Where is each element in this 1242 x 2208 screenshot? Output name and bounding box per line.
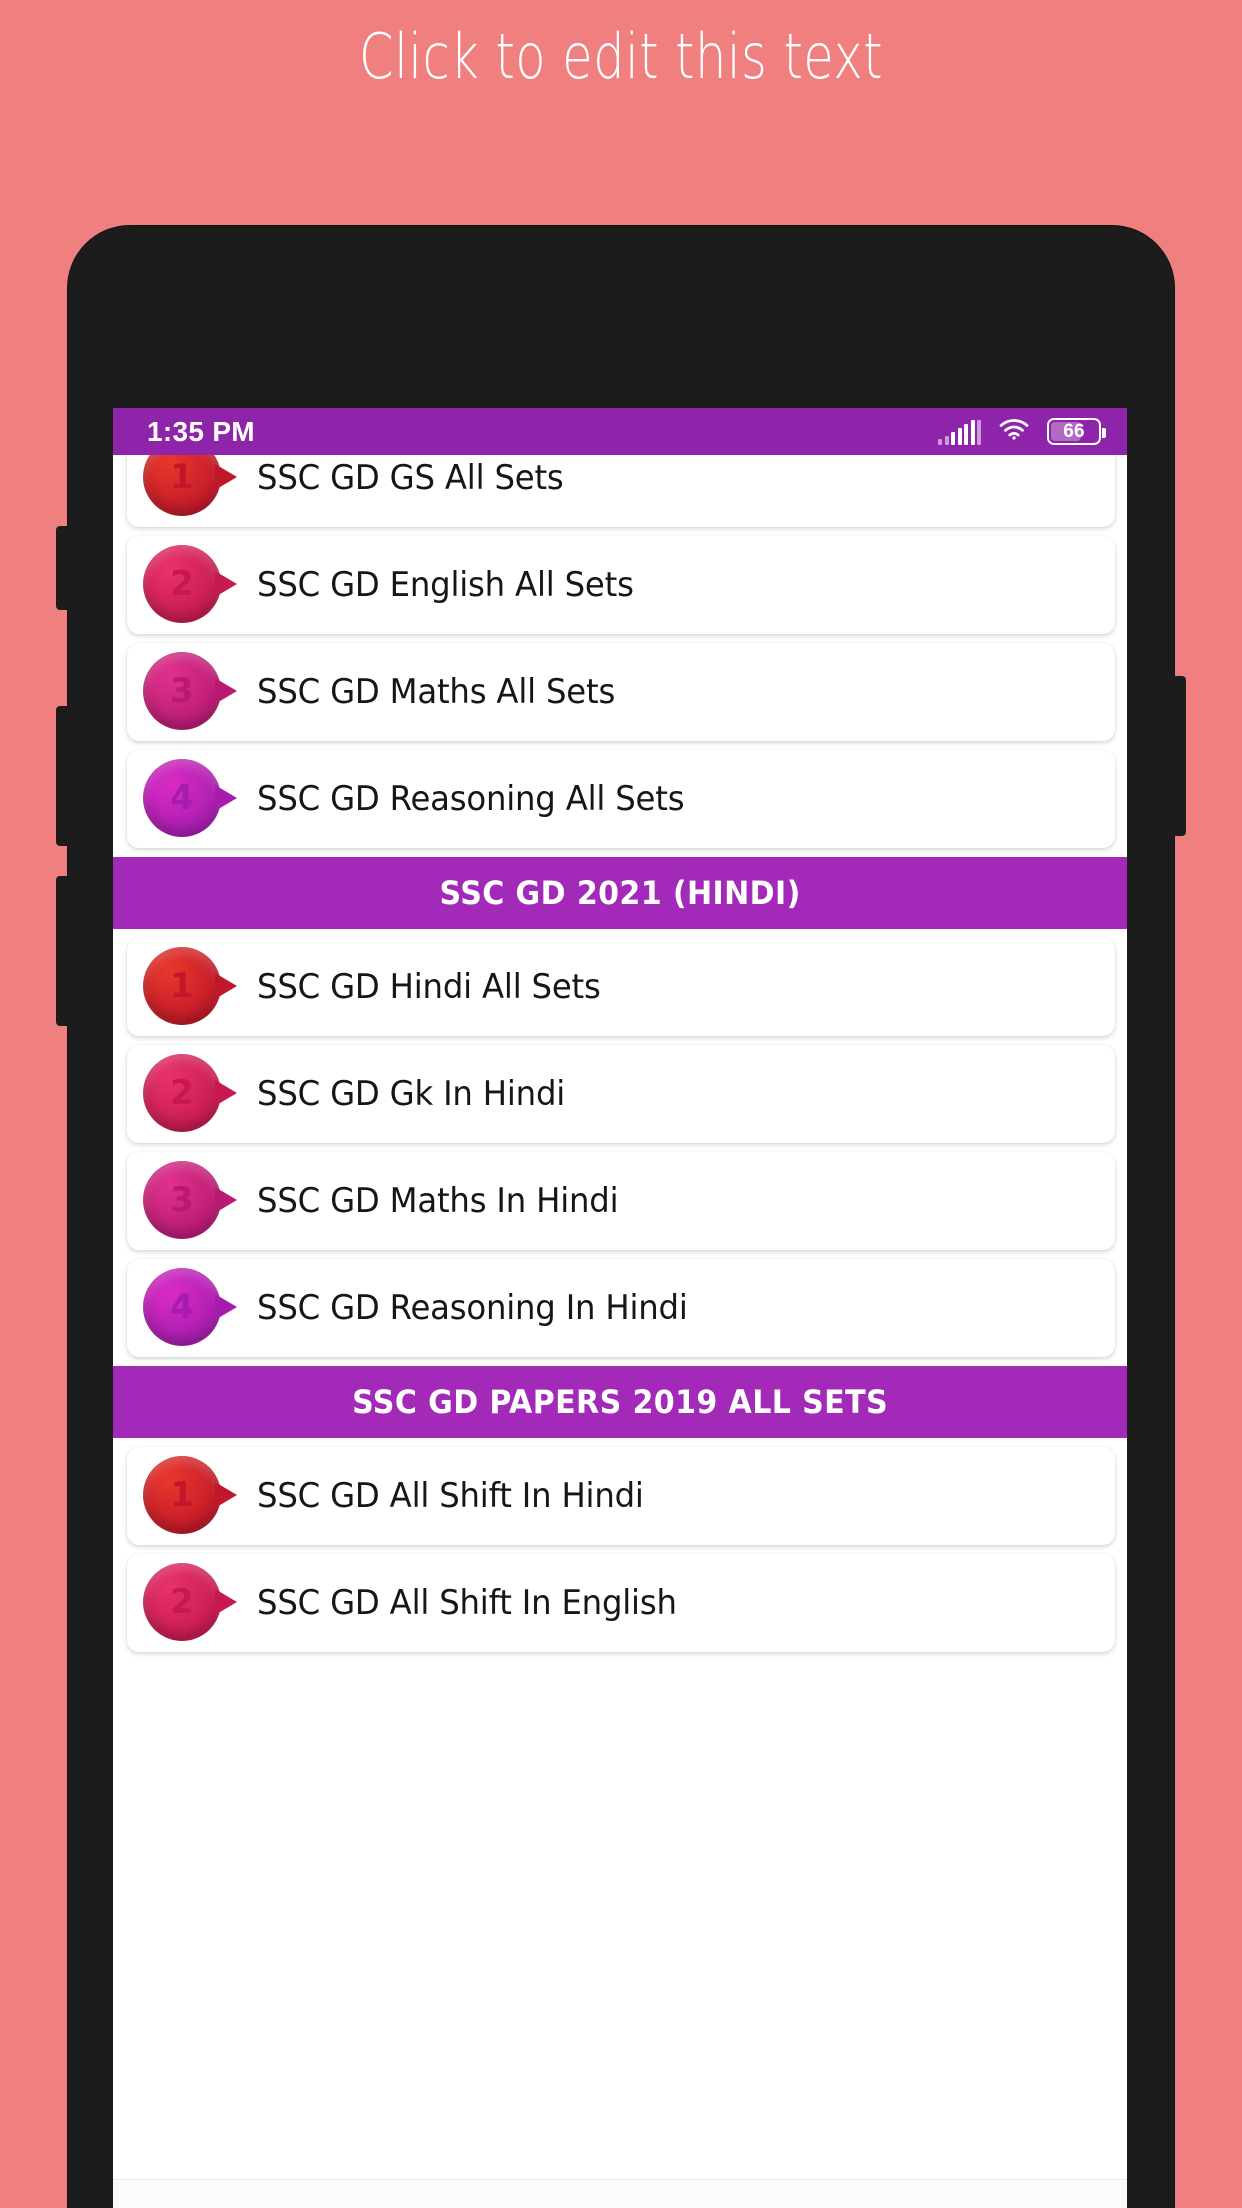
badge-number-circle: 3	[143, 652, 237, 730]
badge-pointer-icon	[215, 678, 237, 704]
badge-number: 4	[170, 778, 194, 818]
list-item[interactable]: 2 SSC GD English All Sets	[127, 536, 1115, 634]
phone-device-frame: 1:35 PM 66 1 SSC GD GS All Sets 2 SSC GD…	[56, 226, 1186, 2208]
badge-number-circle: 2	[143, 545, 237, 623]
battery-level: 66	[1063, 420, 1085, 442]
list-item-label: SSC GD GS All Sets	[257, 458, 564, 498]
badge-pointer-icon	[215, 1482, 237, 1508]
list-item-label: SSC GD All Shift In Hindi	[257, 1476, 644, 1516]
badge-number: 1	[170, 1475, 194, 1515]
list-item[interactable]: 3 SSC GD Maths All Sets	[127, 643, 1115, 741]
list-item-label: SSC GD Reasoning In Hindi	[257, 1288, 688, 1328]
list-item-label: SSC GD Reasoning All Sets	[257, 779, 685, 819]
section-header-label: SSC GD 2021 (HINDI)	[439, 874, 801, 912]
list-item[interactable]: 3 SSC GD Maths In Hindi	[127, 1152, 1115, 1250]
badge-number: 2	[170, 1582, 194, 1622]
badge-pointer-icon	[215, 1187, 237, 1213]
badge-number-circle: 4	[143, 1268, 237, 1346]
battery-icon: 66	[1047, 418, 1106, 445]
list-item-badge: 1	[143, 455, 237, 521]
badge-number-circle: 1	[143, 455, 237, 516]
list-item-badge: 3	[143, 649, 237, 735]
badge-number-circle: 3	[143, 1161, 237, 1239]
badge-number: 4	[170, 1287, 194, 1327]
volume-up-button[interactable]	[56, 526, 70, 610]
badge-pointer-icon	[215, 973, 237, 999]
badge-pointer-icon	[215, 1294, 237, 1320]
list-item[interactable]: 1 SSC GD Hindi All Sets	[127, 938, 1115, 1036]
list-item-label: SSC GD English All Sets	[257, 565, 634, 605]
badge-pointer-icon	[215, 571, 237, 597]
badge-pointer-icon	[215, 785, 237, 811]
status-bar-clock: 1:35 PM	[147, 415, 255, 447]
assistant-button[interactable]	[56, 876, 70, 1026]
badge-pointer-icon	[215, 1589, 237, 1615]
list-item-label: SSC GD All Shift In English	[257, 1583, 677, 1623]
badge-number: 3	[170, 1180, 194, 1220]
badge-number: 1	[170, 457, 194, 497]
phone-screen: 1:35 PM 66 1 SSC GD GS All Sets 2 SSC GD…	[113, 408, 1127, 2208]
badge-pointer-icon	[215, 464, 237, 490]
badge-number-circle: 4	[143, 759, 237, 837]
badge-number: 2	[170, 1073, 194, 1113]
volume-down-button[interactable]	[56, 706, 70, 846]
status-bar: 1:35 PM 66	[113, 408, 1127, 455]
list-item-badge: 4	[143, 1265, 237, 1351]
list-item-badge: 3	[143, 1158, 237, 1244]
badge-number-circle: 1	[143, 1456, 237, 1534]
badge-number: 3	[170, 671, 194, 711]
section-header-label: SSC GD PAPERS 2019 ALL SETS	[352, 1383, 888, 1421]
list-item-badge: 4	[143, 756, 237, 842]
list-item-label: SSC GD Maths All Sets	[257, 672, 616, 712]
power-button[interactable]	[1172, 676, 1186, 836]
status-bar-icons: 66	[938, 417, 1106, 446]
page-title[interactable]: Click to edit this text	[124, 18, 1118, 96]
badge-number-circle: 1	[143, 947, 237, 1025]
list-item[interactable]: 2 SSC GD All Shift In English	[127, 1554, 1115, 1652]
badge-number: 2	[170, 564, 194, 604]
list-item[interactable]: 1 SSC GD All Shift In Hindi	[127, 1447, 1115, 1545]
android-navigation-bar	[113, 2179, 1127, 2208]
section-header: SSC GD 2021 (HINDI)	[113, 857, 1127, 929]
list-item[interactable]: 4 SSC GD Reasoning In Hindi	[127, 1259, 1115, 1357]
list-item[interactable]: 2 SSC GD Gk In Hindi	[127, 1045, 1115, 1143]
list-item[interactable]: 4 SSC GD Reasoning All Sets	[127, 750, 1115, 848]
list-item-label: SSC GD Gk In Hindi	[257, 1074, 566, 1114]
list-item-label: SSC GD Hindi All Sets	[257, 967, 601, 1007]
signal-bars-icon	[938, 419, 981, 445]
section-header: SSC GD PAPERS 2019 ALL SETS	[113, 1366, 1127, 1438]
list-item-badge: 1	[143, 1453, 237, 1539]
list-item[interactable]: 1 SSC GD GS All Sets	[127, 455, 1115, 527]
list-item-badge: 2	[143, 542, 237, 628]
badge-number-circle: 2	[143, 1563, 237, 1641]
list-scroll-area[interactable]: 1 SSC GD GS All Sets 2 SSC GD English All S…	[113, 455, 1127, 2179]
list-item-badge: 2	[143, 1051, 237, 1137]
badge-number-circle: 2	[143, 1054, 237, 1132]
list-item-badge: 2	[143, 1560, 237, 1646]
list-item-label: SSC GD Maths In Hindi	[257, 1181, 619, 1221]
list-item-badge: 1	[143, 944, 237, 1030]
badge-number: 1	[170, 966, 194, 1006]
badge-pointer-icon	[215, 1080, 237, 1106]
wifi-icon	[999, 417, 1029, 446]
